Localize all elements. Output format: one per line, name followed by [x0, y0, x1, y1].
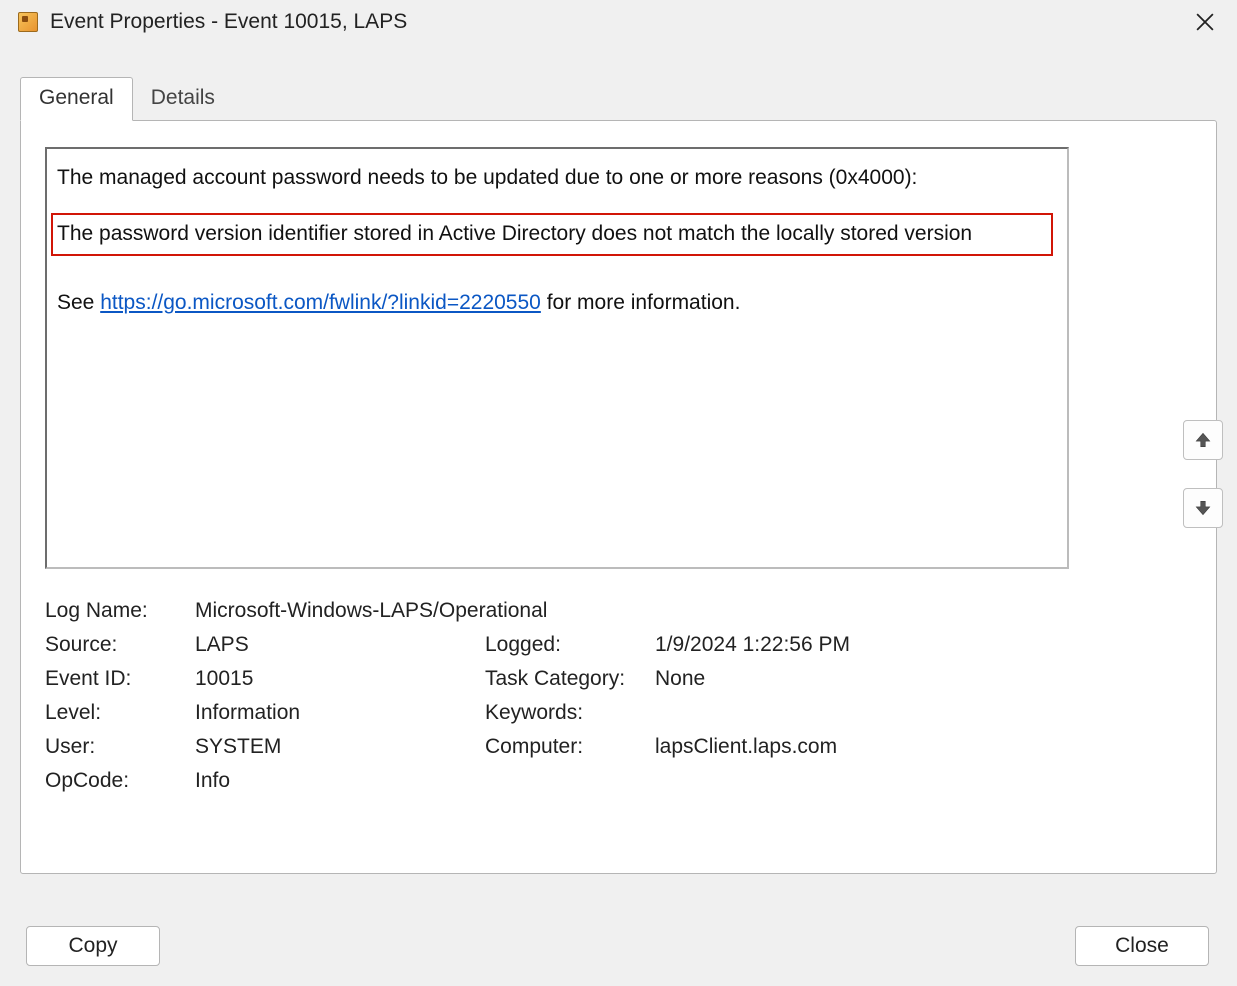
value-source: LAPS	[195, 633, 485, 657]
event-properties-window: Event Properties - Event 10015, LAPS Gen…	[0, 0, 1237, 986]
see-prefix: See	[57, 291, 100, 314]
titlebar: Event Properties - Event 10015, LAPS	[0, 0, 1237, 44]
event-viewer-icon	[18, 12, 38, 32]
message-highlighted-reason: The password version identifier stored i…	[51, 213, 1053, 255]
window-title: Event Properties - Event 10015, LAPS	[50, 10, 1185, 34]
row-opcode: OpCode: Info	[45, 769, 1186, 793]
message-help-link[interactable]: https://go.microsoft.com/fwlink/?linkid=…	[100, 291, 541, 314]
message-see-line: See https://go.microsoft.com/fwlink/?lin…	[57, 290, 1055, 316]
value-computer: lapsClient.laps.com	[655, 735, 1186, 759]
close-icon	[1196, 13, 1214, 31]
label-task-category: Task Category:	[485, 667, 655, 691]
event-message-box[interactable]: The managed account password needs to be…	[45, 147, 1069, 569]
label-level: Level:	[45, 701, 195, 725]
arrow-down-icon	[1194, 499, 1212, 517]
copy-button[interactable]: Copy	[26, 926, 160, 966]
label-logged: Logged:	[485, 633, 655, 657]
general-tab-pane: The managed account password needs to be…	[20, 120, 1217, 874]
row-source-logged: Source: LAPS Logged: 1/9/2024 1:22:56 PM	[45, 633, 1186, 657]
value-log-name: Microsoft-Windows-LAPS/Operational	[195, 599, 547, 623]
message-reason-line: The managed account password needs to be…	[57, 165, 1055, 191]
label-source: Source:	[45, 633, 195, 657]
label-keywords: Keywords:	[485, 701, 655, 725]
next-event-button[interactable]	[1183, 488, 1223, 528]
arrow-up-icon	[1194, 431, 1212, 449]
event-nav-buttons	[1183, 420, 1223, 528]
value-user: SYSTEM	[195, 735, 485, 759]
close-button[interactable]: Close	[1075, 926, 1209, 966]
value-logged: 1/9/2024 1:22:56 PM	[655, 633, 1186, 657]
value-task-category: None	[655, 667, 1186, 691]
value-opcode: Info	[195, 769, 485, 793]
label-user: User:	[45, 735, 195, 759]
row-user-computer: User: SYSTEM Computer: lapsClient.laps.c…	[45, 735, 1186, 759]
row-level-keywords: Level: Information Keywords:	[45, 701, 1186, 725]
tab-general[interactable]: General	[20, 77, 133, 121]
tabstrip: General Details	[20, 76, 1237, 120]
previous-event-button[interactable]	[1183, 420, 1223, 460]
label-computer: Computer:	[485, 735, 655, 759]
value-event-id: 10015	[195, 667, 485, 691]
see-suffix: for more information.	[541, 291, 741, 314]
dialog-footer: Copy Close	[0, 926, 1237, 966]
label-event-id: Event ID:	[45, 667, 195, 691]
value-keywords	[655, 701, 1186, 725]
label-opcode: OpCode:	[45, 769, 195, 793]
label-log-name: Log Name:	[45, 599, 195, 623]
window-close-button[interactable]	[1185, 2, 1225, 42]
event-details-grid: Log Name: Microsoft-Windows-LAPS/Operati…	[45, 599, 1186, 793]
row-log-name: Log Name: Microsoft-Windows-LAPS/Operati…	[45, 599, 1186, 623]
value-level: Information	[195, 701, 485, 725]
tab-details[interactable]: Details	[133, 78, 233, 120]
row-eventid-taskcat: Event ID: 10015 Task Category: None	[45, 667, 1186, 691]
